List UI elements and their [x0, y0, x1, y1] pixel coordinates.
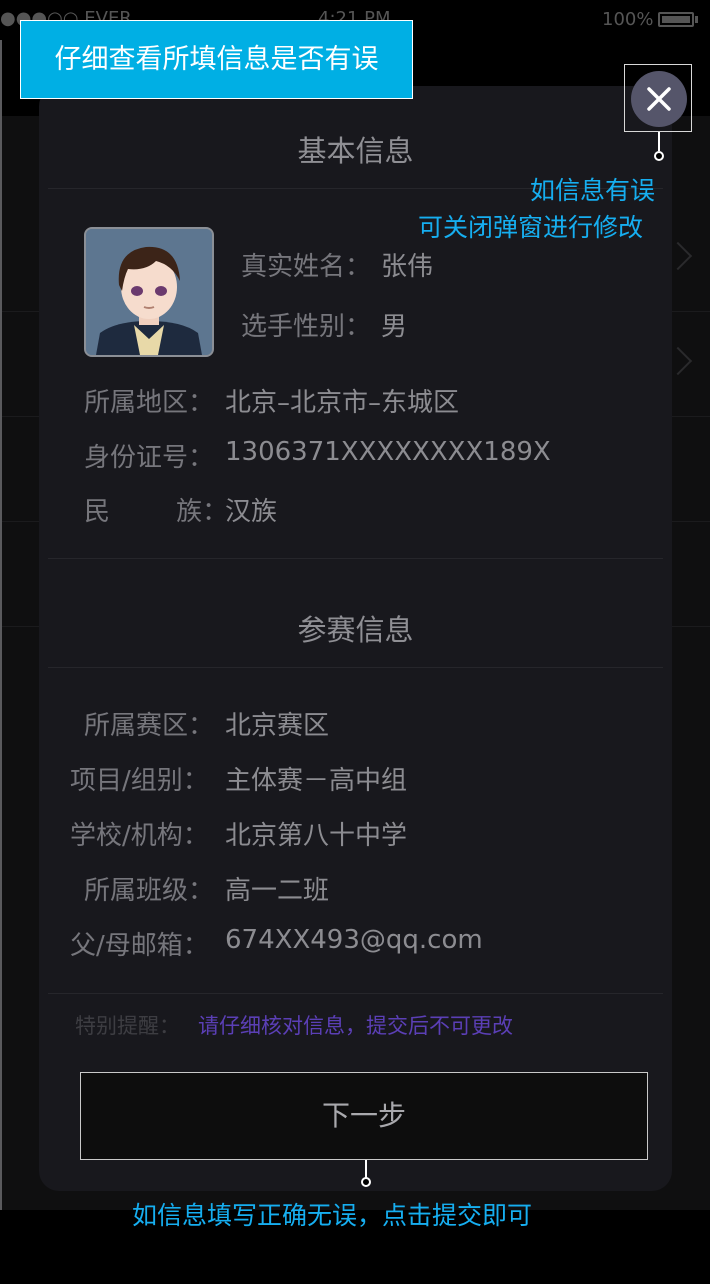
basic-info-title: 基本信息: [297, 134, 414, 168]
ethnicity-label: 民 族：: [84, 497, 229, 527]
callout-dot: [361, 1177, 371, 1187]
close-icon: [647, 87, 671, 111]
divider: [48, 558, 663, 559]
confirm-info-modal: 基本信息 真实姓名： 张伟 选手性别： 男 所属地区： 北京–北京市–东城区 身…: [39, 86, 672, 1191]
notice-label: 特别提醒：: [75, 1014, 180, 1038]
gender-label: 选手性别：: [241, 312, 372, 342]
battery-icon: [658, 12, 694, 27]
gender-value: 男: [381, 312, 408, 342]
class-label: 所属班级：: [84, 876, 215, 906]
ethnicity-value: 汉族: [225, 497, 278, 527]
next-step-button[interactable]: 下一步: [80, 1072, 648, 1160]
school-value: 北京第八十中学: [225, 821, 408, 851]
callout-dot: [654, 151, 664, 161]
division-value: 北京赛区: [225, 711, 330, 741]
battery-percent: 100%: [602, 9, 654, 30]
close-button[interactable]: [631, 71, 687, 127]
battery-cap: [695, 16, 698, 23]
region-label: 所属地区：: [84, 388, 215, 418]
contest-info-title: 参赛信息: [297, 613, 414, 647]
avatar: [84, 227, 214, 357]
project-label: 项目/组别：: [70, 766, 209, 796]
divider: [48, 993, 663, 994]
region-value: 北京–北京市–东城区: [225, 388, 460, 418]
email-value: 674XX493@qq.com: [225, 925, 483, 955]
id-label: 身份证号：: [84, 443, 215, 473]
class-value: 高一二班: [225, 876, 330, 906]
callout-line: [658, 132, 660, 151]
name-value: 张伟: [381, 252, 434, 282]
notice-text: 请仔细核对信息，提交后不可更改: [198, 1014, 513, 1038]
email-label: 父/母邮箱：: [70, 931, 209, 961]
next-callout: 如信息填写正确无误，点击提交即可: [132, 1201, 533, 1230]
name-label: 真实姓名：: [241, 252, 372, 282]
school-label: 学校/机构：: [70, 821, 209, 851]
divider: [48, 667, 663, 668]
project-value: 主体赛－高中组: [225, 766, 408, 796]
id-value: 1306371XXXXXXXX189X: [225, 437, 551, 467]
close-callout-line1: 如信息有误: [530, 176, 656, 205]
callout-line: [365, 1160, 367, 1178]
close-callout-line2: 可关闭弹窗进行修改: [418, 213, 644, 242]
avatar-illustration-icon: [86, 229, 212, 355]
division-label: 所属赛区：: [84, 711, 215, 741]
tip-banner: 仔细查看所填信息是否有误: [20, 20, 413, 99]
background-edge: [0, 40, 2, 1210]
